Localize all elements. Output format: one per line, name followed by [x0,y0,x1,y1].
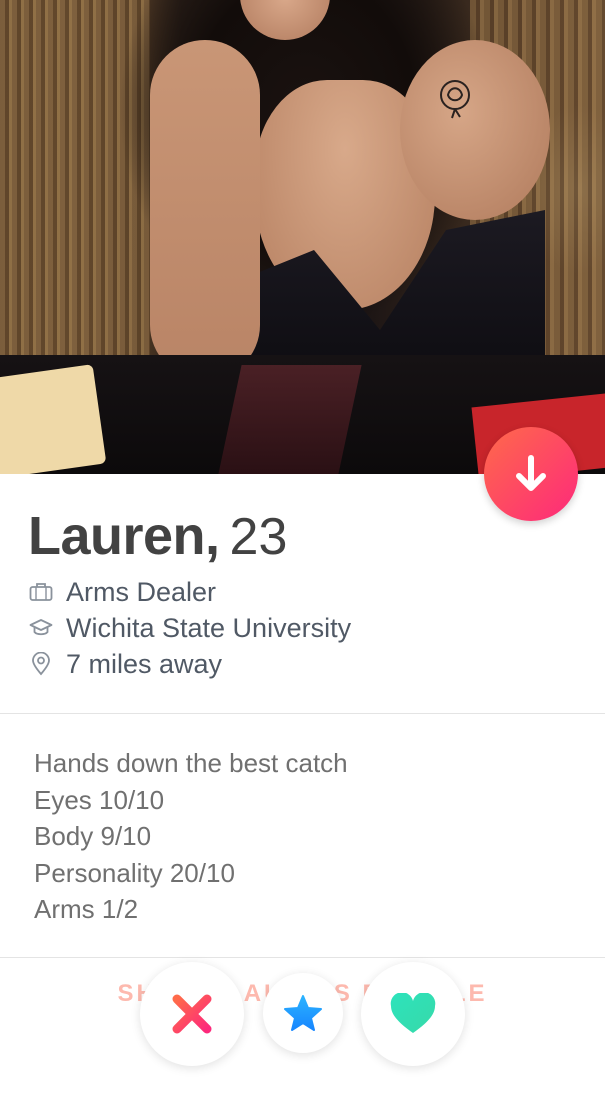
x-icon [172,994,212,1034]
arrow-down-icon [516,455,546,491]
photo-arm [150,40,260,380]
super-like-button[interactable] [263,973,343,1053]
bio-line: Arms 1/2 [34,894,139,924]
profile-photo [0,0,605,474]
section-divider [0,713,605,714]
section-divider [0,957,605,958]
like-button[interactable] [361,962,465,1066]
heart-icon [390,993,436,1033]
bio-line: Hands down the best catch [34,748,348,778]
bio-line: Body 9/10 [34,821,152,851]
location-pin-icon [28,651,54,677]
photo-shoulder [400,40,550,220]
profile-name: Lauren, [28,506,220,566]
job-text: Arms Dealer [66,576,217,607]
briefcase-icon [28,579,54,605]
photo-menu [218,365,362,474]
job-row: Arms Dealer [28,576,216,608]
distance-row: 7 miles away [28,648,222,680]
profile-name-row: Lauren, 23 [28,505,287,567]
profile-age: 23 [229,508,288,566]
distance-text: 7 miles away [66,648,223,679]
graduation-cap-icon [28,615,54,641]
photo-napkin [0,364,107,474]
rose-tattoo-icon [440,80,470,119]
bio-line: Eyes 10/10 [34,784,165,815]
collapse-profile-button[interactable] [484,427,578,521]
bio-line: Personality 20/10 [34,857,235,888]
nope-button[interactable] [140,962,244,1066]
school-row: Wichita State University [28,612,351,644]
star-icon [284,995,322,1031]
profile-bio: Hands down the best catch Eyes 10/10 Bod… [34,745,348,928]
school-text: Wichita State University [66,612,352,643]
